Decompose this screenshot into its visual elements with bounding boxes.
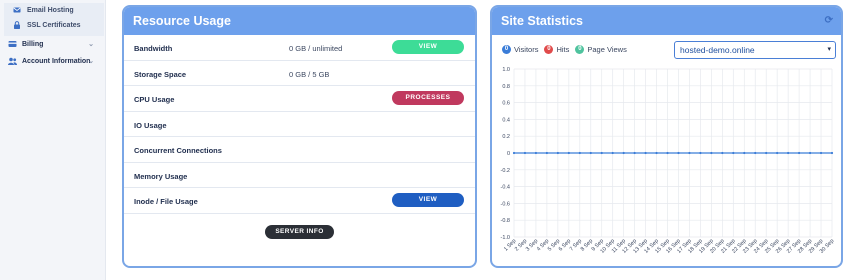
resource-value: 0 GB / unlimited [289,44,343,53]
resource-label: Concurrent Connections [134,146,222,155]
data-point [798,151,801,155]
data-point [534,151,538,155]
chevron-down-icon: ⌄ [88,41,94,48]
resource-value: 0 GB / 5 GB [289,69,330,79]
site-statistics-chart: 1.00.80.60.40.20-0.2-0.4-0.6-0.8-1.01 Se… [501,67,836,255]
resource-label: Inode / File Usage [134,197,198,206]
data-point [808,151,812,155]
resource-row-storage: Storage Space 0 GB / 5 GB [124,61,475,86]
data-point [819,151,823,155]
panel-title-text: Site Statistics [501,14,583,28]
data-point [721,151,724,155]
y-tick-label: 0.6 [502,101,510,107]
y-tick-label: 0 [507,151,510,157]
data-point [578,151,581,155]
server-info-button[interactable]: SERVER INFO [265,225,334,239]
data-point [633,151,636,155]
resource-row-inode: Inode / File Usage VIEW [124,188,475,214]
data-point [754,151,757,155]
processes-button[interactable]: PROCESSES [392,91,464,105]
data-point [677,151,680,155]
resource-row-memory: Memory Usage [124,163,475,188]
resource-usage-panel: Resource Usage Bandwidth 0 GB / unlimite… [122,5,477,268]
view-inode-button[interactable]: VIEW [392,193,464,207]
sidebar-item-billing[interactable]: Billing ⌄ [8,40,100,48]
resource-label: IO Usage [134,120,167,130]
data-point [787,151,790,155]
legend-label: Visitors [514,45,539,54]
resource-label: Storage Space [134,69,187,79]
view-bandwidth-button[interactable]: VIEW [392,40,464,54]
sidebar-subitem-label: Email Hosting [27,6,74,14]
data-point [600,151,603,155]
legend-count: 0 [575,45,585,54]
resource-label: Memory Usage [134,171,188,181]
sidebar-item-label: Billing [22,40,44,48]
y-tick-label: -0.4 [501,185,510,191]
panel-title: Resource Usage [124,7,475,35]
sidebar-subitem-email-hosting[interactable]: Email Hosting [13,6,74,14]
domain-select[interactable]: hosted-demo.online ▾ [674,41,836,59]
data-point [776,151,779,155]
data-point [512,151,516,155]
data-point [688,151,691,155]
sidebar-subitem-label: SSL Certificates [27,21,81,29]
legend-item-hits[interactable]: 0 Hits [544,45,569,54]
chevron-down-icon: ▾ [827,46,831,53]
sidebar-item-label: Account Information [22,57,91,65]
panel-title: Site Statistics ⟳ [492,7,841,35]
legend-label: Hits [556,45,570,54]
data-point [710,151,713,155]
data-point [523,151,527,155]
resource-row-bandwidth: Bandwidth 0 GB / unlimited VIEW [124,35,475,61]
y-tick-label: 0.8 [502,84,510,90]
y-tick-label: 1.0 [502,67,510,73]
y-tick-label: -1.0 [501,235,510,241]
y-tick-label: 0.4 [502,117,510,123]
lock-icon [14,21,20,29]
data-point [655,151,658,155]
y-tick-label: -0.2 [501,168,510,174]
sidebar-item-account-information[interactable]: Account Information ⌄ [8,57,100,65]
envelope-icon [13,7,21,13]
billing-icon [8,41,17,47]
legend-item-page-views[interactable]: 0 Page Views [575,45,627,54]
legend-label: Page Views [587,45,627,54]
data-point [589,151,592,155]
resource-row-connections: Concurrent Connections [124,137,475,163]
resource-label: Bandwidth [134,44,173,53]
resource-label: CPU Usage [134,95,175,104]
data-point [644,151,647,155]
domain-select-value: hosted-demo.online [680,45,755,55]
y-tick-label: 0.2 [502,134,510,140]
resource-row-io: IO Usage [124,112,475,137]
data-point [556,151,559,155]
data-point [732,151,735,155]
sidebar: Email Hosting SSL Certificates Billing ⌄… [0,0,106,280]
users-icon [8,57,17,65]
data-point [765,151,768,155]
data-point [622,151,625,155]
refresh-icon[interactable]: ⟳ [825,7,833,35]
data-point [743,151,746,155]
legend-count: 0 [502,45,511,54]
sidebar-subitem-ssl-certificates[interactable]: SSL Certificates [13,21,81,29]
legend-item-visitors[interactable]: 0 Visitors [502,45,538,54]
data-point [611,151,614,155]
chart-legend: 0 Visitors 0 Hits 0 Page Views [502,45,633,54]
resource-row-cpu: CPU Usage PROCESSES [124,86,475,112]
data-point [567,151,570,155]
data-point [545,151,548,155]
site-statistics-panel: Site Statistics ⟳ 0 Visitors 0 Hits 0 Pa… [490,5,843,268]
chevron-down-icon: ⌄ [88,58,94,65]
y-tick-label: -0.8 [501,218,510,224]
data-point [830,151,834,155]
y-tick-label: -0.6 [501,201,510,207]
data-point [699,151,702,155]
legend-count: 0 [544,45,554,54]
data-point [666,151,669,155]
